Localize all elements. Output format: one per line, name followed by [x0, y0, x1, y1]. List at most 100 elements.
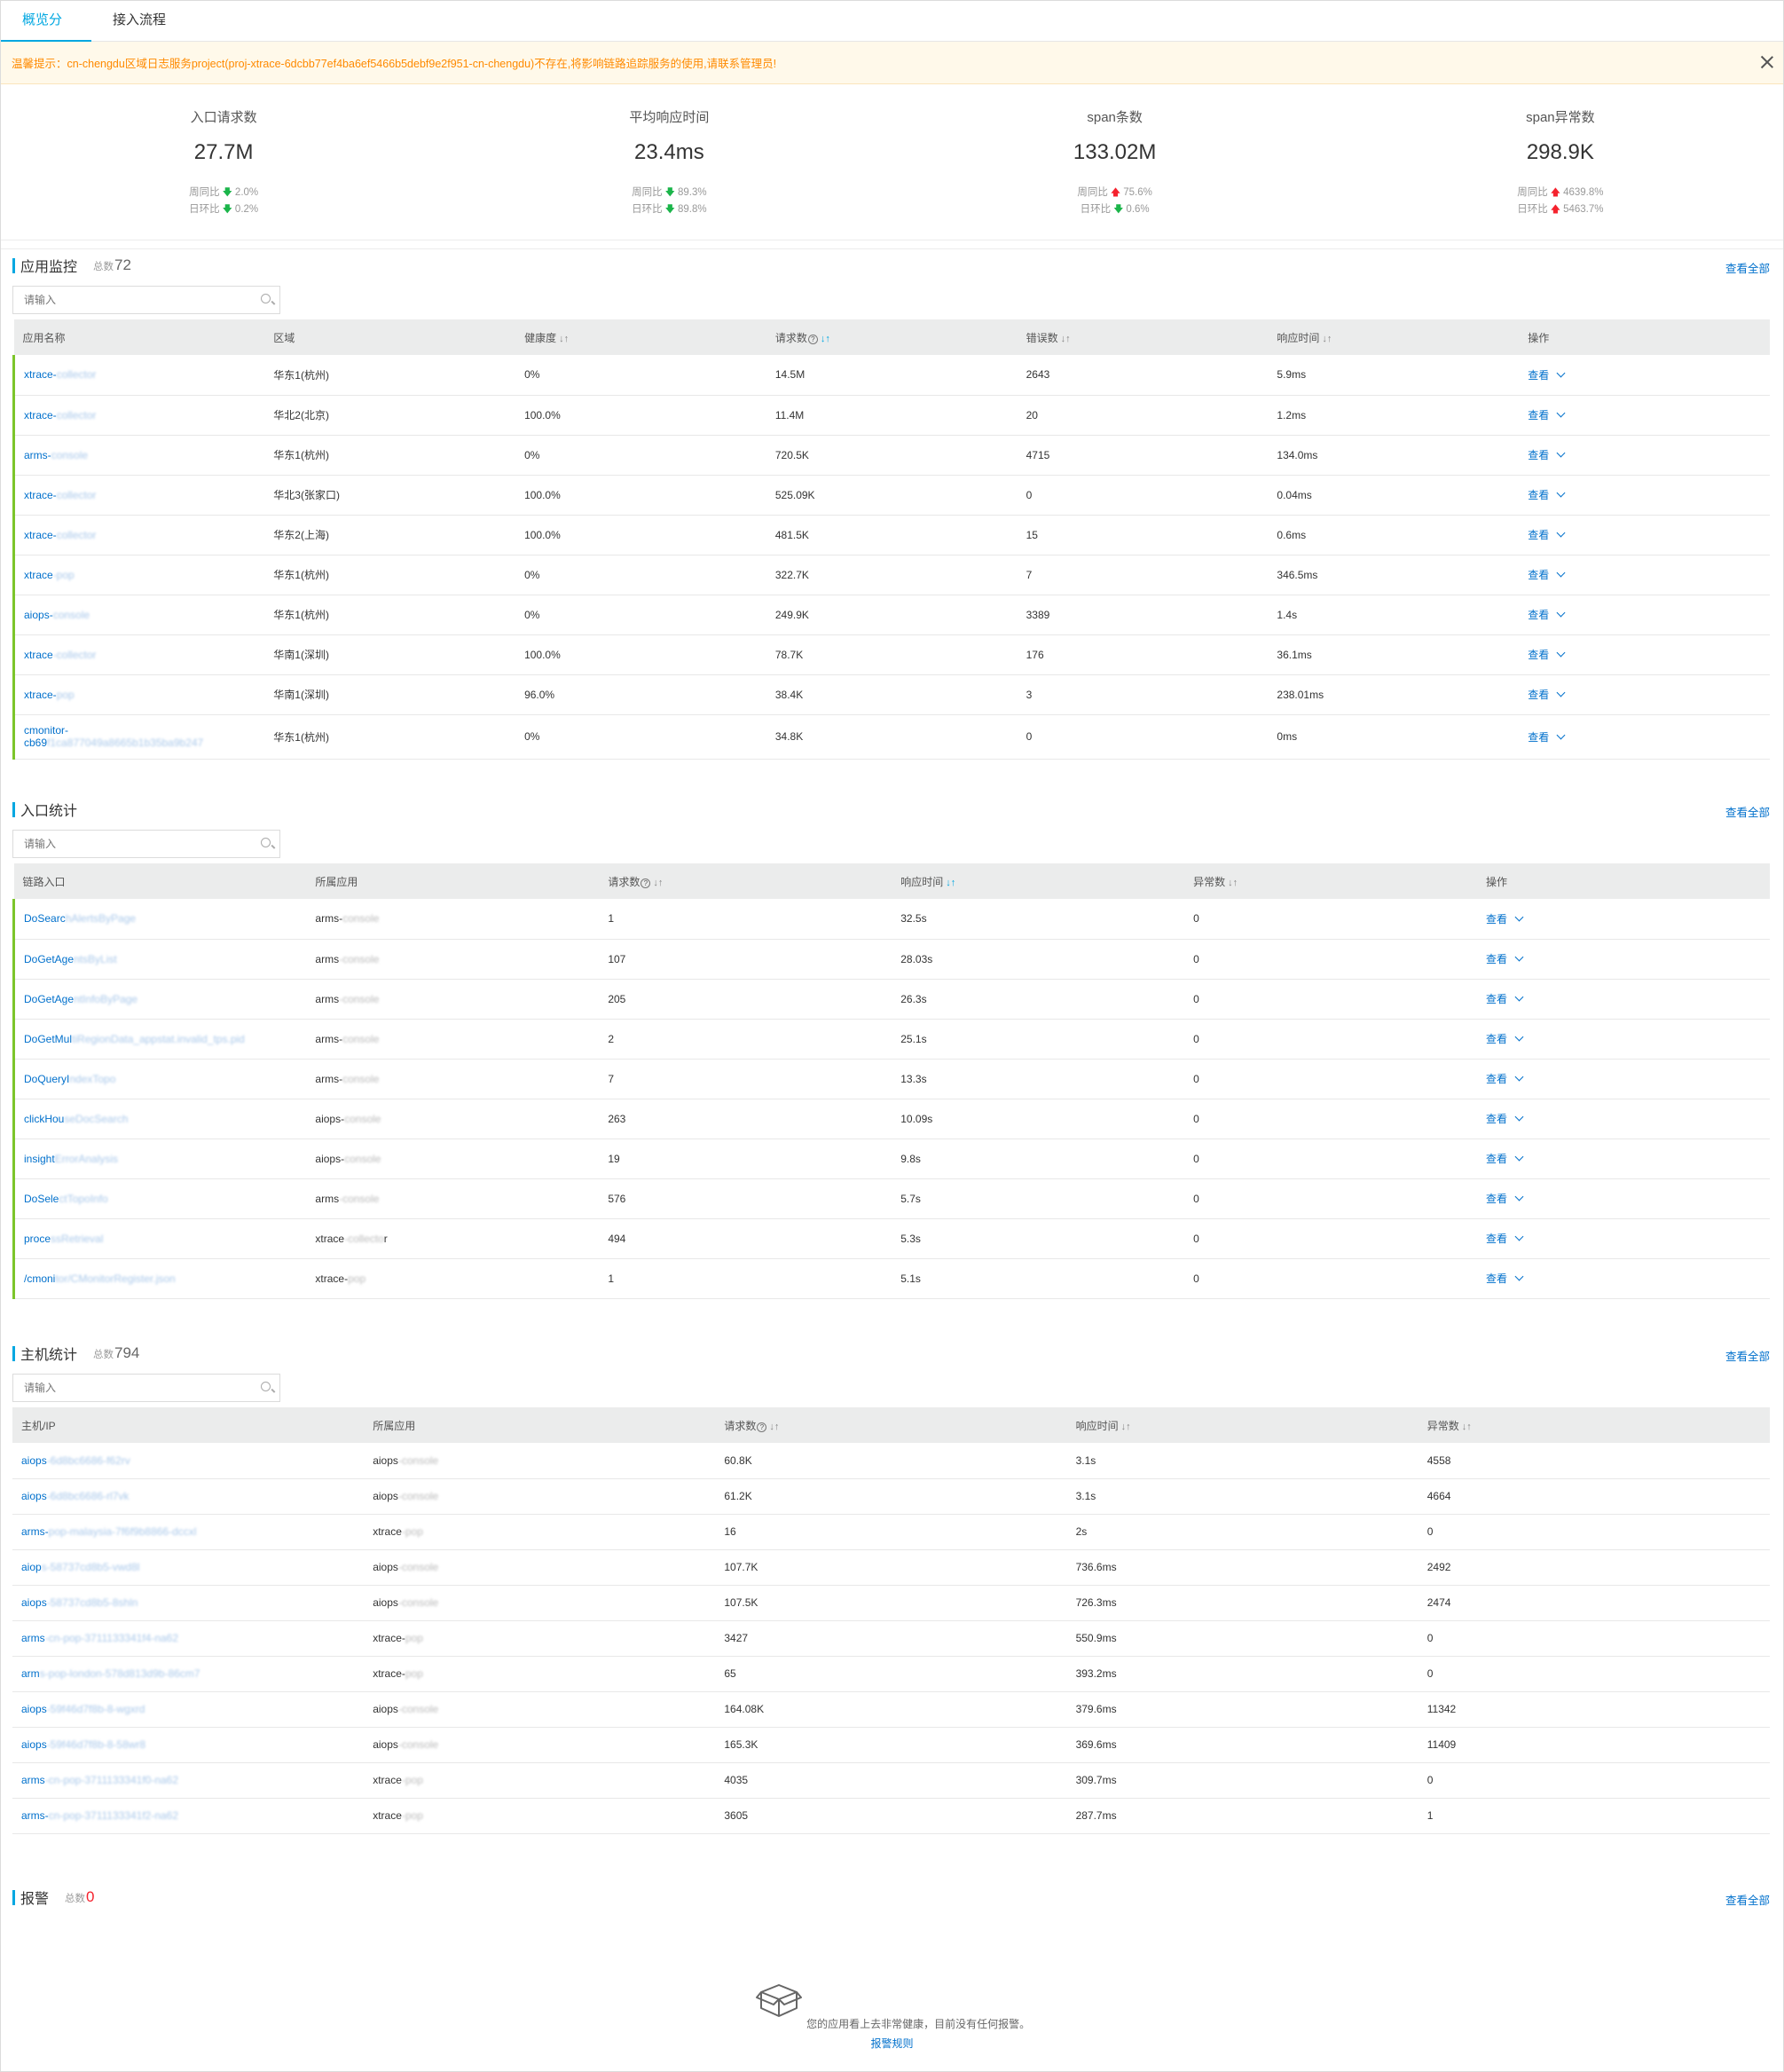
- column-header[interactable]: 请求数? ↓↑: [715, 1407, 1067, 1443]
- view-all-link[interactable]: 查看全部: [1725, 259, 1770, 276]
- chevron-down-icon[interactable]: [1556, 608, 1566, 618]
- view-link[interactable]: 查看: [1528, 369, 1549, 382]
- view-link[interactable]: 查看: [1528, 409, 1549, 421]
- name-link[interactable]: arms-cn-pop-3711133341f0-na62: [21, 1774, 178, 1786]
- view-link[interactable]: 查看: [1486, 1233, 1507, 1245]
- name-link[interactable]: DoGetMultiRegionData_appstat.invalid_tps…: [24, 1033, 245, 1045]
- chevron-down-icon[interactable]: [1556, 568, 1566, 578]
- sort-icon[interactable]: ↓↑: [1462, 1422, 1472, 1432]
- name-link[interactable]: aiops-59f46d7f8b-8-wgxrd: [21, 1703, 145, 1715]
- chevron-down-icon[interactable]: [1514, 1272, 1524, 1281]
- chevron-down-icon[interactable]: [1556, 648, 1566, 658]
- name-link[interactable]: /cmonitor/CMonitorRegister.json: [24, 1272, 176, 1285]
- name-link[interactable]: arms-pop-london-578d813d9b-86cm7: [21, 1667, 200, 1680]
- view-all-link[interactable]: 查看全部: [1725, 803, 1770, 820]
- chevron-down-icon[interactable]: [1556, 528, 1566, 538]
- chevron-down-icon[interactable]: [1556, 730, 1566, 739]
- view-link[interactable]: 查看: [1486, 953, 1507, 965]
- sort-icon[interactable]: ↓↑: [821, 334, 830, 344]
- chevron-down-icon[interactable]: [1556, 488, 1566, 498]
- help-icon[interactable]: ?: [641, 878, 651, 888]
- alert-rules-link[interactable]: 报警规则: [1, 2036, 1783, 2051]
- sort-icon[interactable]: ↓↑: [1322, 334, 1332, 344]
- tab-onboarding[interactable]: 接入流程: [91, 1, 187, 42]
- name-link[interactable]: xtrace-pop: [24, 689, 75, 701]
- column-header[interactable]: 请求数? ↓↑: [766, 319, 1018, 355]
- name-link[interactable]: aiops-console: [24, 609, 90, 621]
- sort-icon[interactable]: ↓↑: [653, 878, 663, 888]
- name-link[interactable]: DoGetAgentsByList: [24, 953, 117, 965]
- sort-icon[interactable]: ↓↑: [559, 334, 569, 344]
- chevron-down-icon[interactable]: [1514, 1152, 1524, 1162]
- name-link[interactable]: arms-console: [24, 449, 88, 461]
- chevron-down-icon[interactable]: [1514, 1192, 1524, 1201]
- name-link[interactable]: aiops-58737cd8b5-vwd8l: [21, 1561, 139, 1573]
- view-link[interactable]: 查看: [1486, 1113, 1507, 1125]
- name-link[interactable]: DoSelectTopoInfo: [24, 1193, 108, 1205]
- view-link[interactable]: 查看: [1486, 1272, 1507, 1285]
- name-link[interactable]: DoSearchAlertsByPage: [24, 912, 136, 925]
- view-all-link[interactable]: 查看全部: [1725, 1891, 1770, 1908]
- name-link[interactable]: processRetrieval: [24, 1233, 103, 1245]
- name-link[interactable]: xtrace-pop: [24, 569, 75, 581]
- name-link[interactable]: arms-pop-malaysia-7f6f9b8866-dccxl: [21, 1525, 196, 1538]
- chevron-down-icon[interactable]: [1514, 952, 1524, 962]
- search-icon[interactable]: [261, 294, 271, 303]
- name-link[interactable]: aiops-59f46d7f8b-8-58wr8: [21, 1738, 145, 1751]
- column-header[interactable]: 错误数 ↓↑: [1017, 319, 1269, 355]
- view-link[interactable]: 查看: [1528, 609, 1549, 621]
- chevron-down-icon[interactable]: [1556, 688, 1566, 697]
- chevron-down-icon[interactable]: [1514, 1032, 1524, 1042]
- name-link[interactable]: aiops-6d8bc6686-rl7vk: [21, 1490, 129, 1502]
- name-link[interactable]: xtrace-collector: [24, 368, 96, 381]
- sort-icon[interactable]: ↓↑: [769, 1422, 779, 1432]
- name-link[interactable]: clickHouseDocSearch: [24, 1113, 128, 1125]
- column-header[interactable]: 异常数 ↓↑: [1418, 1407, 1770, 1443]
- name-link[interactable]: xtrace-collector: [24, 489, 96, 501]
- column-header[interactable]: 响应时间 ↓↑: [1268, 319, 1520, 355]
- chevron-down-icon[interactable]: [1514, 992, 1524, 1002]
- name-link[interactable]: aiops-6d8bc6686-f62rv: [21, 1454, 130, 1467]
- view-link[interactable]: 查看: [1528, 449, 1549, 461]
- name-link[interactable]: cmonitor-cb69f1ca877049a8665b1b35ba9b247: [24, 724, 203, 749]
- help-icon[interactable]: ?: [757, 1422, 767, 1432]
- chevron-down-icon[interactable]: [1556, 408, 1566, 418]
- view-all-link[interactable]: 查看全部: [1725, 1347, 1770, 1364]
- name-link[interactable]: xtrace-collector: [24, 649, 96, 661]
- view-link[interactable]: 查看: [1528, 731, 1549, 744]
- chevron-down-icon[interactable]: [1556, 368, 1566, 378]
- name-link[interactable]: aiops-58737cd8b5-8shln: [21, 1596, 138, 1609]
- chevron-down-icon[interactable]: [1514, 1232, 1524, 1241]
- sort-icon[interactable]: ↓↑: [1061, 334, 1071, 344]
- column-header[interactable]: 健康度 ↓↑: [515, 319, 766, 355]
- name-link[interactable]: xtrace-collector: [24, 409, 96, 421]
- view-link[interactable]: 查看: [1528, 649, 1549, 661]
- name-link[interactable]: xtrace-collector: [24, 529, 96, 541]
- sort-icon[interactable]: ↓↑: [946, 878, 955, 888]
- view-link[interactable]: 查看: [1486, 1193, 1507, 1205]
- tab-overview[interactable]: 概览分析: [1, 1, 91, 67]
- column-header[interactable]: 请求数? ↓↑: [599, 863, 892, 899]
- sort-icon[interactable]: ↓↑: [1228, 878, 1238, 888]
- view-link[interactable]: 查看: [1486, 1073, 1507, 1085]
- chevron-down-icon[interactable]: [1514, 1072, 1524, 1082]
- search-input[interactable]: [13, 287, 244, 313]
- search-input[interactable]: [13, 831, 244, 857]
- name-link[interactable]: insightErrorAnalysis: [24, 1153, 118, 1165]
- view-link[interactable]: 查看: [1528, 689, 1549, 701]
- search-input[interactable]: [13, 1375, 244, 1401]
- view-link[interactable]: 查看: [1486, 993, 1507, 1005]
- chevron-down-icon[interactable]: [1556, 448, 1566, 458]
- view-link[interactable]: 查看: [1528, 489, 1549, 501]
- chevron-down-icon[interactable]: [1514, 912, 1524, 922]
- view-link[interactable]: 查看: [1528, 529, 1549, 541]
- column-header[interactable]: 响应时间 ↓↑: [892, 863, 1185, 899]
- help-icon[interactable]: ?: [807, 334, 818, 344]
- name-link[interactable]: arms-cn-pop-3711133341f4-na62: [21, 1632, 178, 1644]
- name-link[interactable]: DoGetAgentInfoByPage: [24, 993, 138, 1005]
- column-header[interactable]: 异常数 ↓↑: [1184, 863, 1478, 899]
- search-icon[interactable]: [261, 838, 271, 847]
- view-link[interactable]: 查看: [1486, 1033, 1507, 1045]
- name-link[interactable]: arms-cn-pop-3711133341f2-na62: [21, 1809, 178, 1822]
- name-link[interactable]: DoQueryIndexTopo: [24, 1073, 115, 1085]
